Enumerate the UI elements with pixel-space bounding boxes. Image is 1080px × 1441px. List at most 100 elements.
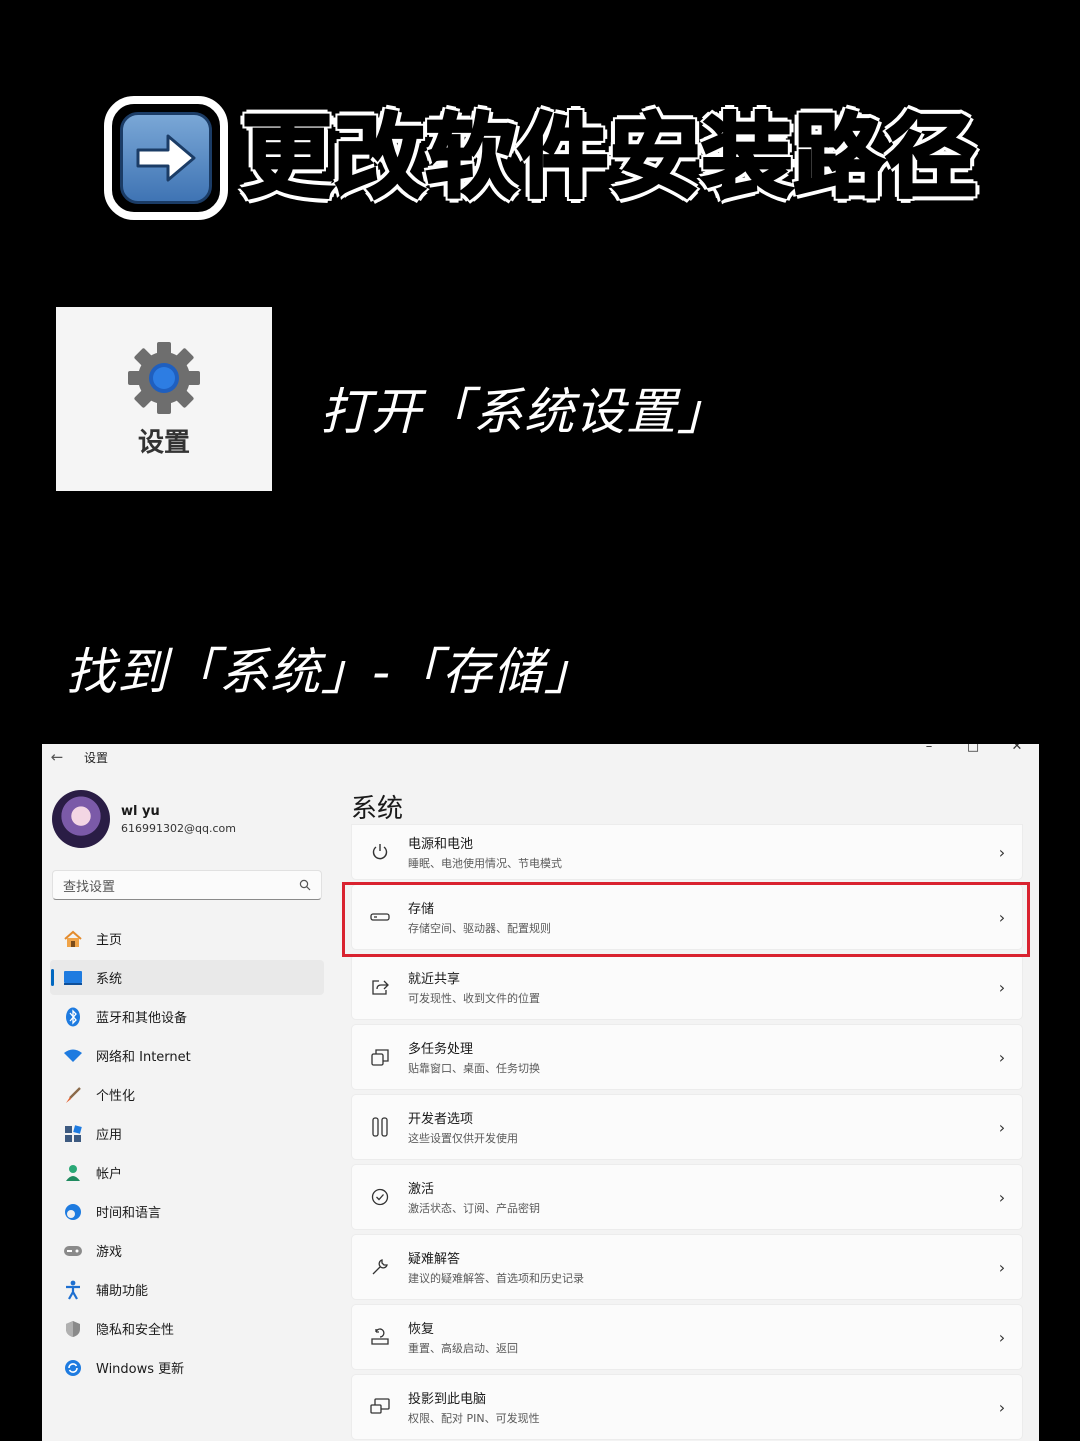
gamepad-icon <box>62 1240 84 1262</box>
bluetooth-icon <box>62 1006 84 1028</box>
wrench-icon <box>352 1258 408 1276</box>
user-icon <box>62 1162 84 1184</box>
clock-globe-icon <box>62 1201 84 1223</box>
sidebar-item-windows-update[interactable]: Windows 更新 <box>50 1350 324 1385</box>
card-title: 存储 <box>408 902 435 917</box>
chevron-right-icon: › <box>998 1047 1006 1067</box>
gear-icon <box>128 341 200 414</box>
card-title: 恢复 <box>408 1322 435 1337</box>
card-activation[interactable]: 激活激活状态、订阅、产品密钥 › <box>351 1164 1023 1230</box>
step-1-caption: 打开「系统设置」 <box>320 383 728 441</box>
card-multitasking[interactable]: 多任务处理 贴靠窗口、桌面、任务切换 › <box>351 1024 1023 1090</box>
accessibility-icon <box>62 1279 84 1301</box>
sidebar-item-label: 系统 <box>96 972 123 987</box>
sidebar-item-accounts[interactable]: 帐户 <box>50 1155 324 1190</box>
window-app-name: 设置 <box>84 750 109 765</box>
sidebar-item-label: 应用 <box>96 1128 123 1143</box>
chevron-right-icon: › <box>998 1187 1006 1207</box>
chevron-right-icon: › <box>998 1117 1006 1137</box>
power-icon <box>352 843 408 861</box>
sidebar-item-personalization[interactable]: 个性化 <box>50 1077 324 1112</box>
minimize-button[interactable]: – <box>907 744 951 756</box>
chevron-right-icon: › <box>998 977 1006 997</box>
card-recovery[interactable]: 恢复重置、高级启动、返回 › <box>351 1304 1023 1370</box>
title-banner: 更改软件安装路径 <box>104 96 978 220</box>
sidebar-item-label: 主页 <box>96 933 123 948</box>
card-storage[interactable]: 存储存储空间、驱动器、配置规则 › <box>351 884 1023 950</box>
card-subtitle: 重置、高级启动、返回 <box>408 1342 518 1355</box>
card-subtitle: 睡眠、电池使用情况、节电模式 <box>408 857 562 870</box>
card-subtitle: 建议的疑难解答、首选项和历史记录 <box>408 1272 584 1285</box>
card-nearby-sharing[interactable]: 就近共享可发现性、收到文件的位置 › <box>351 954 1023 1020</box>
chevron-right-icon: › <box>998 1397 1006 1417</box>
card-troubleshoot[interactable]: 疑难解答建议的疑难解答、首选项和历史记录 › <box>351 1234 1023 1300</box>
card-title: 多任务处理 <box>408 1042 474 1057</box>
card-title: 激活 <box>408 1182 435 1197</box>
sidebar-item-gaming[interactable]: 游戏 <box>50 1233 324 1268</box>
storage-icon <box>352 912 408 922</box>
maximize-button[interactable]: □ <box>951 744 995 756</box>
card-developer-options[interactable]: 开发者选项 这些设置仅供开发使用 › <box>351 1094 1023 1160</box>
sidebar-item-privacy[interactable]: 隐私和安全性 <box>50 1311 324 1346</box>
settings-app-tile[interactable]: 设置 <box>56 307 272 491</box>
search-placeholder: 查找设置 <box>63 879 116 895</box>
user-profile[interactable]: wl yu 616991302@qq.com <box>52 790 236 848</box>
settings-window: ← 设置 – □ ✕ wl yu 616991302@qq.com 查找设置 主… <box>42 744 1039 1441</box>
search-input[interactable]: 查找设置 <box>52 870 322 900</box>
monitor-icon <box>62 967 84 989</box>
system-page-title: 系统 <box>351 794 404 824</box>
close-button[interactable]: ✕ <box>995 744 1039 756</box>
sidebar-item-home[interactable]: 主页 <box>50 921 324 956</box>
sidebar-item-label: 时间和语言 <box>96 1206 162 1221</box>
chevron-right-icon: › <box>998 907 1006 927</box>
card-title: 投影到此电脑 <box>408 1392 487 1407</box>
sidebar-item-label: 网络和 Internet <box>96 1050 191 1065</box>
card-title: 疑难解答 <box>408 1252 461 1267</box>
apps-icon <box>62 1123 84 1145</box>
chevron-right-icon: › <box>998 1257 1006 1277</box>
step-2-caption: 找到「系统」-「存储」 <box>66 643 596 701</box>
sidebar-item-apps[interactable]: 应用 <box>50 1116 324 1151</box>
right-arrow-icon <box>120 112 212 204</box>
profile-name: wl yu <box>121 803 160 819</box>
arrow-badge <box>104 96 228 220</box>
settings-list: 电源和电池 睡眠、电池使用情况、节电模式 › 存储 存储空间、驱动器、配置规则 › … <box>351 824 1023 1441</box>
sidebar-item-time-language[interactable]: 时间和语言 <box>50 1194 324 1229</box>
card-subtitle: 权限、配对 PIN、可发现性 <box>408 1412 540 1425</box>
check-circle-icon <box>352 1188 408 1206</box>
avatar <box>52 790 110 848</box>
home-icon <box>62 928 84 950</box>
back-arrow-icon[interactable]: ← <box>42 748 72 766</box>
card-subtitle: 存储空间、驱动器、配置规则 <box>408 922 551 935</box>
sidebar-item-network[interactable]: 网络和 Internet <box>50 1038 324 1073</box>
sidebar-item-label: 辅助功能 <box>96 1284 149 1299</box>
card-title: 电源和电池 <box>408 837 474 852</box>
window-controls: – □ ✕ <box>907 744 1039 756</box>
multitask-icon <box>352 1048 408 1066</box>
sidebar-item-label: Windows 更新 <box>96 1362 185 1377</box>
project-icon <box>352 1398 408 1416</box>
brush-icon <box>62 1084 84 1106</box>
sidebar-item-accessibility[interactable]: 辅助功能 <box>50 1272 324 1307</box>
sidebar-nav: 主页 系统 蓝牙和其他设备 网络和 Internet 个性化 应用 帐户 时间和… <box>50 921 324 1389</box>
card-project-to-pc[interactable]: 投影到此电脑权限、配对 PIN、可发现性 › <box>351 1374 1023 1440</box>
share-icon <box>352 978 408 996</box>
sidebar-item-label: 隐私和安全性 <box>96 1323 175 1338</box>
update-icon <box>62 1357 84 1379</box>
page-title-banner: 更改软件安装路径 <box>240 105 978 210</box>
chevron-right-icon: › <box>998 1327 1006 1347</box>
developer-icon <box>352 1117 408 1137</box>
shield-icon <box>62 1318 84 1340</box>
card-subtitle: 这些设置仅供开发使用 <box>408 1132 518 1145</box>
card-subtitle: 激活状态、订阅、产品密钥 <box>408 1202 540 1215</box>
sidebar-item-label: 蓝牙和其他设备 <box>96 1011 188 1026</box>
card-subtitle: 可发现性、收到文件的位置 <box>408 992 540 1005</box>
sidebar-item-system[interactable]: 系统 <box>50 960 324 995</box>
card-power-battery[interactable]: 电源和电池 睡眠、电池使用情况、节电模式 › <box>351 824 1023 880</box>
recovery-icon <box>352 1328 408 1346</box>
sidebar-item-label: 个性化 <box>96 1089 136 1104</box>
card-title: 就近共享 <box>408 972 461 987</box>
sidebar-item-bluetooth[interactable]: 蓝牙和其他设备 <box>50 999 324 1034</box>
app-tile-label: 设置 <box>137 427 190 458</box>
sidebar-item-label: 游戏 <box>96 1245 123 1260</box>
